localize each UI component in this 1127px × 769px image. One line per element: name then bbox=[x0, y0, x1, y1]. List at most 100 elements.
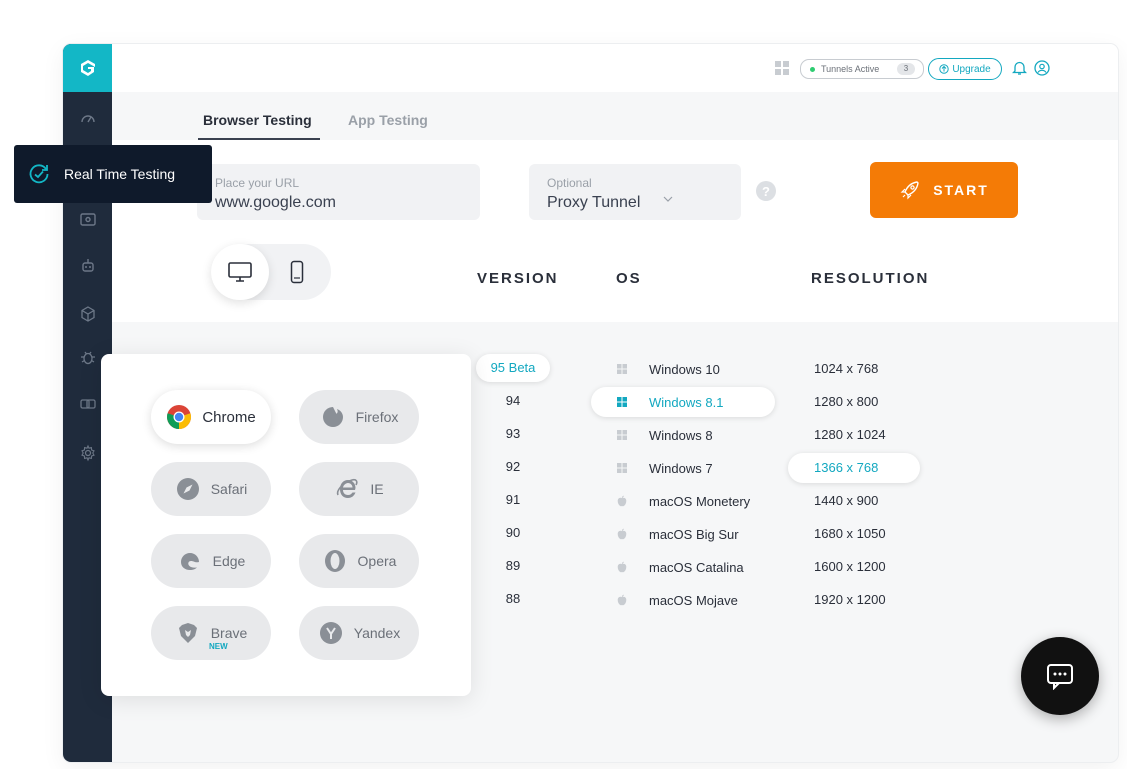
tab-browser-testing[interactable]: Browser Testing bbox=[203, 112, 312, 128]
browser-label: Brave bbox=[210, 625, 248, 641]
version-item[interactable]: 90 bbox=[476, 519, 550, 547]
resolution-item[interactable]: 1600 x 1200 bbox=[788, 552, 920, 582]
os-item[interactable]: Windows 8.1 bbox=[591, 387, 775, 417]
version-item[interactable]: 92 bbox=[476, 453, 550, 481]
browser-opera[interactable]: Opera bbox=[299, 534, 419, 588]
integrations-icon[interactable] bbox=[75, 391, 101, 417]
automation-robot-icon[interactable] bbox=[75, 252, 101, 278]
browser-yandex[interactable]: Yandex bbox=[299, 606, 419, 660]
version-item[interactable]: 91 bbox=[476, 486, 550, 514]
ie-icon bbox=[334, 476, 360, 502]
proxy-tunnel-select[interactable]: Optional Proxy Tunnel bbox=[529, 164, 741, 220]
browser-picker: Chrome Firefox Safari IE Edge Opera Brav… bbox=[101, 354, 471, 696]
os-item[interactable]: Windows 10 bbox=[591, 354, 775, 384]
version-item[interactable]: 88 bbox=[476, 585, 550, 613]
browser-ie[interactable]: IE bbox=[299, 462, 419, 516]
url-value: www.google.com bbox=[215, 194, 336, 211]
browser-firefox[interactable]: Firefox bbox=[299, 390, 419, 444]
upgrade-button[interactable]: Upgrade bbox=[928, 58, 1002, 80]
active-tab-underline bbox=[198, 138, 320, 140]
chrome-icon bbox=[166, 404, 192, 430]
os-label: Windows 8.1 bbox=[649, 394, 724, 410]
apple-icon bbox=[615, 528, 629, 540]
resolution-item[interactable]: 1440 x 900 bbox=[788, 486, 920, 516]
os-label: macOS Big Sur bbox=[649, 526, 739, 542]
upgrade-label: Upgrade bbox=[952, 63, 991, 75]
new-badge: NEW bbox=[209, 642, 228, 651]
chat-button[interactable] bbox=[1021, 637, 1099, 715]
os-item[interactable]: macOS Catalina bbox=[591, 552, 775, 582]
help-icon[interactable]: ? bbox=[756, 181, 776, 201]
desktop-option[interactable] bbox=[211, 244, 269, 300]
browser-label: Opera bbox=[357, 553, 397, 569]
version-item[interactable]: 94 bbox=[476, 387, 550, 415]
browser-label: IE bbox=[370, 481, 384, 497]
resolution-item[interactable]: 1366 x 768 bbox=[788, 453, 920, 483]
os-item[interactable]: macOS Mojave bbox=[591, 585, 775, 615]
os-item[interactable]: macOS Monetery bbox=[591, 486, 775, 516]
realtime-icon bbox=[28, 163, 50, 185]
os-label: Windows 8 bbox=[649, 427, 713, 443]
resolution-item[interactable]: 1680 x 1050 bbox=[788, 519, 920, 549]
logo-icon[interactable] bbox=[63, 44, 112, 92]
version-header: VERSION bbox=[477, 270, 559, 287]
device-toggle[interactable] bbox=[211, 244, 331, 300]
browser-label: Edge bbox=[212, 553, 246, 569]
browser-label: Yandex bbox=[353, 625, 401, 641]
tunnels-label: Tunnels Active bbox=[821, 64, 880, 74]
version-item[interactable]: 89 bbox=[476, 552, 550, 580]
browser-safari[interactable]: Safari bbox=[151, 462, 271, 516]
upgrade-arrow-icon bbox=[939, 64, 950, 74]
user-icon[interactable] bbox=[1034, 60, 1050, 81]
os-label: macOS Catalina bbox=[649, 559, 744, 575]
tunnels-active-badge[interactable]: Tunnels Active 3 bbox=[800, 59, 924, 79]
speedometer-icon[interactable] bbox=[75, 106, 101, 132]
browser-chrome[interactable]: Chrome bbox=[151, 390, 271, 444]
real-time-testing-tooltip[interactable]: Real Time Testing bbox=[14, 145, 212, 203]
chevron-down-icon bbox=[663, 196, 673, 202]
visual-testing-icon[interactable] bbox=[75, 206, 101, 232]
apple-icon bbox=[615, 594, 629, 606]
status-dot bbox=[810, 66, 815, 72]
resolution-item[interactable]: 1280 x 800 bbox=[788, 387, 920, 417]
resolution-item[interactable]: 1280 x 1024 bbox=[788, 420, 920, 450]
os-item[interactable]: macOS Big Sur bbox=[591, 519, 775, 549]
windows-icon bbox=[615, 364, 629, 374]
os-item[interactable]: Windows 8 bbox=[591, 420, 775, 450]
version-item[interactable]: 93 bbox=[476, 420, 550, 448]
browser-edge[interactable]: Edge bbox=[151, 534, 271, 588]
tunnels-count: 3 bbox=[897, 63, 915, 75]
start-label: START bbox=[933, 182, 989, 198]
chat-icon bbox=[1047, 664, 1073, 690]
url-label: Place your URL bbox=[215, 176, 300, 190]
resolution-item[interactable]: 1920 x 1200 bbox=[788, 585, 920, 615]
bug-icon[interactable] bbox=[75, 344, 101, 370]
os-label: macOS Monetery bbox=[649, 493, 751, 509]
browser-brave[interactable]: Brave NEW bbox=[151, 606, 271, 660]
rocket-icon bbox=[900, 181, 919, 200]
url-input[interactable]: Place your URL www.google.com bbox=[197, 164, 480, 220]
grid-icon[interactable] bbox=[775, 61, 789, 75]
os-label: Windows 10 bbox=[649, 361, 720, 377]
browser-label: Chrome bbox=[202, 408, 256, 426]
bell-icon[interactable] bbox=[1011, 60, 1028, 81]
os-header: OS bbox=[616, 270, 642, 287]
windows-icon bbox=[615, 463, 629, 473]
cube-icon[interactable] bbox=[75, 301, 101, 327]
apple-icon bbox=[615, 561, 629, 573]
os-item[interactable]: Windows 7 bbox=[591, 453, 775, 483]
resolution-item[interactable]: 1024 x 768 bbox=[788, 354, 920, 384]
edge-icon bbox=[177, 548, 203, 574]
os-label: Windows 7 bbox=[649, 460, 713, 476]
start-button[interactable]: START bbox=[870, 162, 1018, 218]
settings-gear-icon[interactable] bbox=[75, 440, 101, 466]
mobile-icon bbox=[290, 260, 304, 284]
opera-icon bbox=[322, 548, 348, 574]
apple-icon bbox=[615, 495, 629, 507]
tooltip-label: Real Time Testing bbox=[64, 166, 176, 182]
mobile-option[interactable] bbox=[277, 244, 317, 300]
yandex-icon bbox=[318, 620, 344, 646]
tab-app-testing[interactable]: App Testing bbox=[348, 112, 428, 128]
proxy-value: Proxy Tunnel bbox=[547, 194, 641, 211]
version-item[interactable]: 95 Beta bbox=[476, 354, 550, 382]
